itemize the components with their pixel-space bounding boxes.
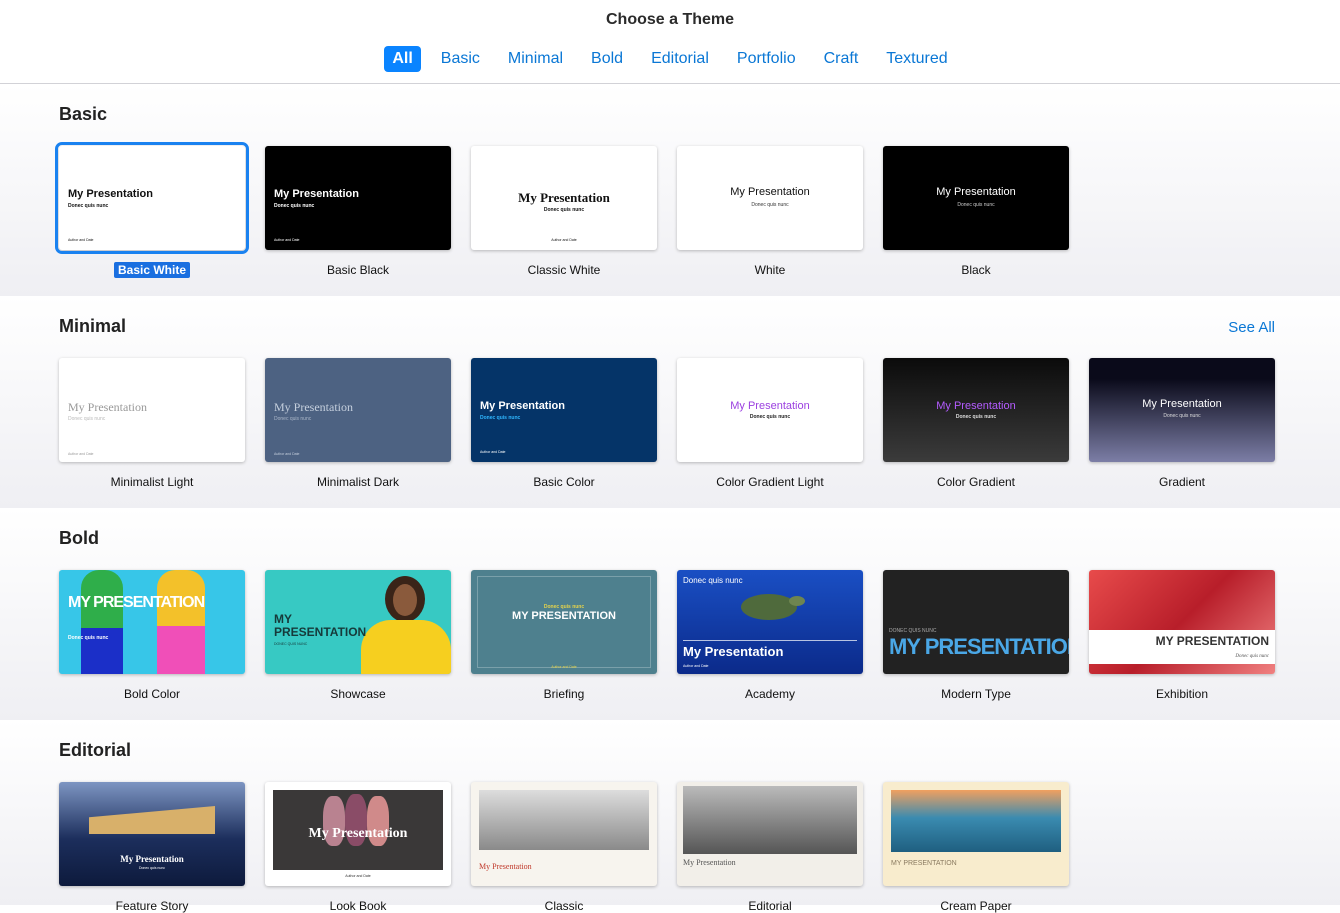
tab-textured[interactable]: Textured — [878, 46, 955, 72]
person-face — [393, 584, 417, 616]
theme-card-color-gradient-light[interactable]: My Presentation Donec quis nunc Color Gr… — [677, 358, 863, 489]
theme-card-modern-type[interactable]: DONEC QUIS NUNC MY PRESENTATION Modern T… — [883, 570, 1069, 701]
theme-thumbnail: My Presentation Donec quis nunc — [883, 146, 1069, 250]
theme-name: Classic White — [527, 263, 601, 277]
theme-card-minimalist-light[interactable]: My Presentation Donec quis nunc Author a… — [59, 358, 245, 489]
theme-thumbnail: My Presentation Donec quis nunc — [59, 782, 245, 886]
tab-bold[interactable]: Bold — [583, 46, 631, 72]
theme-thumbnail: Donec quis nunc MY PRESENTATION Author a… — [471, 570, 657, 674]
theme-name: Color Gradient — [936, 475, 1016, 489]
section-editorial: Editorial My Presentation Donec quis nun… — [0, 720, 1340, 913]
theme-name: Black — [961, 263, 991, 277]
theme-name: Color Gradient Light — [716, 475, 824, 489]
theme-thumbnail: Donec quis nunc My Presentation Author a… — [677, 570, 863, 674]
theme-card-look-book[interactable]: My Presentation Author and Date Look Boo… — [265, 782, 451, 913]
tab-portfolio[interactable]: Portfolio — [729, 46, 804, 72]
person-figure-right-legs — [157, 626, 205, 674]
theme-name: Cream Paper — [940, 899, 1012, 913]
section-minimal: Minimal See All My Presentation Donec qu… — [0, 296, 1340, 508]
theme-thumbnail: My Presentation Author and Date — [265, 782, 451, 886]
theme-thumbnail: My Presentation Donec quis nunc — [883, 358, 1069, 462]
turtle-head — [789, 596, 805, 606]
theme-thumbnail: My Presentation — [677, 782, 863, 886]
theme-name: Bold Color — [123, 687, 181, 701]
theme-name: Minimalist Light — [110, 475, 194, 489]
theme-card-cream-paper[interactable]: MY PRESENTATION Cream Paper — [883, 782, 1069, 913]
section-basic: Basic My Presentation Donec quis nunc Au… — [0, 84, 1340, 296]
theme-name: Feature Story — [115, 899, 189, 913]
theme-card-gradient[interactable]: My Presentation Donec quis nunc Gradient — [1089, 358, 1275, 489]
theme-thumbnail: My Presentation Donec quis nunc Author a… — [55, 142, 249, 254]
divider — [683, 640, 857, 641]
theme-name: Classic — [544, 899, 584, 913]
person-sweater — [361, 620, 451, 674]
theme-name: Editorial — [748, 899, 792, 913]
theme-card-classic[interactable]: My Presentation Classic — [471, 782, 657, 913]
theme-name: Basic Black — [326, 263, 390, 277]
theme-thumbnail: My Presentation Donec quis nunc Author a… — [471, 146, 657, 250]
theme-name: Basic Color — [533, 475, 595, 489]
theme-card-color-gradient[interactable]: My Presentation Donec quis nunc Color Gr… — [883, 358, 1069, 489]
theme-thumbnail: My Presentation — [471, 782, 657, 886]
theme-thumbnail: My Presentation Donec quis nunc Author a… — [265, 358, 451, 462]
section-title: Minimal — [59, 316, 127, 336]
theme-name: Look Book — [329, 899, 387, 913]
theme-thumbnail: MY PRESENTATION Donec quis nunc — [59, 570, 245, 674]
theme-name: Briefing — [543, 687, 585, 701]
section-bold: Bold MY PRESENTATION Donec quis nunc Bol… — [0, 508, 1340, 720]
theme-card-basic-white[interactable]: My Presentation Donec quis nunc Author a… — [55, 142, 249, 278]
dialog-title: Choose a Theme — [605, 11, 735, 28]
theme-thumbnail: My Presentation Donec quis nunc — [1089, 358, 1275, 462]
category-tabs: All Basic Minimal Bold Editorial Portfol… — [0, 46, 1340, 72]
theme-name: White — [754, 263, 786, 277]
theme-name: Exhibition — [1155, 687, 1209, 701]
theme-card-bold-color[interactable]: MY PRESENTATION Donec quis nunc Bold Col… — [59, 570, 245, 701]
theme-card-basic-color[interactable]: My Presentation Donec quis nunc Author a… — [471, 358, 657, 489]
theme-thumbnail: My Presentation Donec quis nunc — [677, 358, 863, 462]
theme-thumbnail: DONEC QUIS NUNC MY PRESENTATION — [883, 570, 1069, 674]
theme-name: Showcase — [330, 687, 386, 701]
theme-card-feature-story[interactable]: My Presentation Donec quis nunc Feature … — [59, 782, 245, 913]
theme-name: Gradient — [1158, 475, 1206, 489]
theme-card-editorial[interactable]: My Presentation Editorial — [677, 782, 863, 913]
theme-card-basic-black[interactable]: My Presentation Donec quis nunc Author a… — [265, 146, 451, 277]
theme-card-white[interactable]: My Presentation Donec quis nunc White — [677, 146, 863, 277]
turtle-shell — [741, 594, 797, 620]
theme-card-showcase[interactable]: MY PRESENTATION DONEC QUIS NUNC Showcase — [265, 570, 451, 701]
tab-craft[interactable]: Craft — [816, 46, 867, 72]
theme-card-minimalist-dark[interactable]: My Presentation Donec quis nunc Author a… — [265, 358, 451, 489]
theme-name: Minimalist Dark — [316, 475, 399, 489]
building — [89, 806, 215, 834]
theme-thumbnail: MY PRESENTATION DONEC QUIS NUNC — [265, 570, 451, 674]
theme-name: Academy — [744, 687, 796, 701]
photo-frame — [891, 790, 1061, 852]
tab-minimal[interactable]: Minimal — [500, 46, 571, 72]
theme-card-classic-white[interactable]: My Presentation Donec quis nunc Author a… — [471, 146, 657, 277]
section-title: Bold — [59, 528, 99, 548]
theme-name: Basic White — [113, 262, 190, 278]
photo-frame — [683, 786, 857, 854]
photo-frame — [479, 790, 649, 850]
theme-thumbnail: My Presentation Donec quis nunc Author a… — [471, 358, 657, 462]
see-all-link[interactable]: See All — [1228, 319, 1275, 336]
theme-card-academy[interactable]: Donec quis nunc My Presentation Author a… — [677, 570, 863, 701]
tab-all[interactable]: All — [384, 46, 421, 72]
theme-thumbnail: MY PRESENTATION — [883, 782, 1069, 886]
frame — [477, 576, 651, 668]
section-title: Editorial — [59, 740, 132, 760]
theme-thumbnail: My Presentation Donec quis nunc — [677, 146, 863, 250]
theme-thumbnail: My Presentation Donec quis nunc Author a… — [59, 358, 245, 462]
theme-card-exhibition[interactable]: MY PRESENTATION Donec quis nunc Exhibiti… — [1089, 570, 1275, 701]
theme-thumbnail: MY PRESENTATION Donec quis nunc — [1089, 570, 1275, 674]
theme-name: Modern Type — [941, 687, 1011, 701]
theme-thumbnail: My Presentation Donec quis nunc Author a… — [265, 146, 451, 250]
theme-card-black[interactable]: My Presentation Donec quis nunc Black — [883, 146, 1069, 277]
theme-card-briefing[interactable]: Donec quis nunc MY PRESENTATION Author a… — [471, 570, 657, 701]
theme-chooser-header: Choose a Theme All Basic Minimal Bold Ed… — [0, 0, 1340, 84]
tab-basic[interactable]: Basic — [433, 46, 488, 72]
section-title: Basic — [59, 104, 108, 124]
tab-editorial[interactable]: Editorial — [643, 46, 717, 72]
